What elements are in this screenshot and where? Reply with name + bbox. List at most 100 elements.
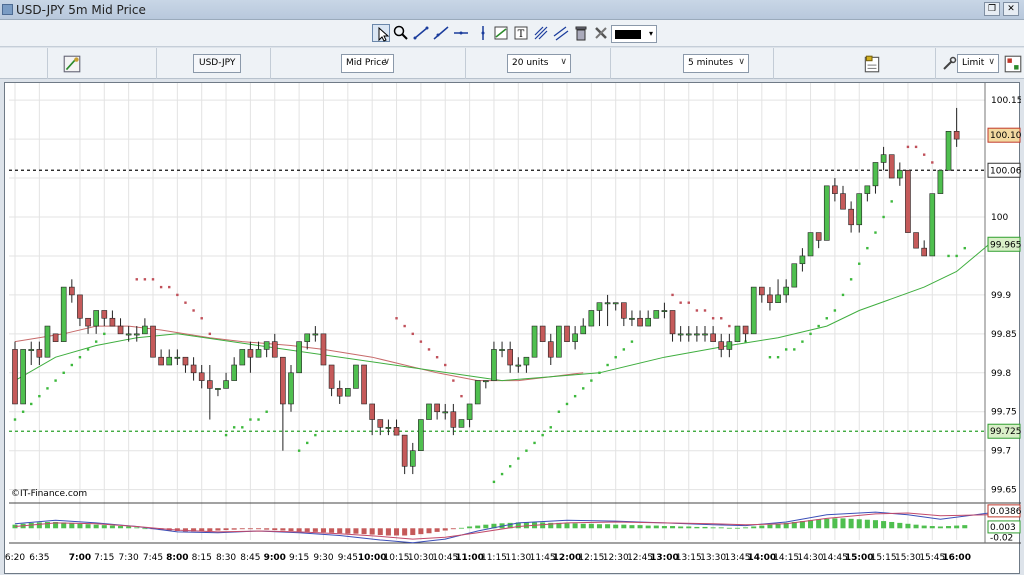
sar-dot [687, 301, 690, 304]
candle-body [637, 317, 643, 327]
indicator-tag-label: -0.02 [990, 533, 1013, 543]
sar-dot [192, 309, 195, 312]
sar-dot [679, 301, 682, 304]
sar-dot [159, 285, 163, 289]
indicator-bar [864, 519, 870, 529]
wrench-icon[interactable] [940, 55, 958, 73]
y-tick-label: 99.9 [991, 291, 1011, 301]
price-type-select[interactable]: Mid Price ∨ [341, 54, 394, 73]
indicator-bar [434, 528, 440, 532]
order-ticket-icon[interactable] [862, 54, 882, 74]
trash-icon[interactable] [572, 24, 590, 42]
sar-dot [517, 457, 520, 460]
chevron-down-icon: ∨ [988, 57, 995, 67]
candle-body [401, 434, 408, 467]
y-tick-label: 100.15 [991, 96, 1021, 106]
candle-body [117, 325, 124, 335]
sar-dot [817, 324, 820, 328]
price-tag-label: 99.725 [990, 427, 1021, 437]
indicator-bar [751, 526, 757, 529]
indicator-bar [207, 528, 213, 531]
units-select[interactable]: 20 units ∨ [507, 54, 571, 73]
sar-dot [906, 145, 910, 149]
indicator-bar [418, 528, 424, 535]
candle-body [661, 310, 668, 312]
candle-body [271, 341, 278, 358]
indicator-bar [564, 523, 570, 529]
indicator-bar [85, 524, 91, 529]
sar-dot [13, 418, 17, 421]
grid-settings-icon[interactable] [1003, 54, 1023, 74]
zoom-icon[interactable] [392, 24, 410, 42]
vertical-line-icon[interactable] [474, 24, 492, 42]
candle-body [604, 302, 611, 305]
sar-dot [695, 309, 699, 312]
sar-dot [622, 348, 626, 351]
sar-dot [703, 309, 707, 312]
indicator-bar [572, 523, 578, 529]
indicator-bar [767, 524, 773, 529]
candle-body [677, 333, 684, 336]
candle-body [190, 364, 197, 374]
indicator-bar [946, 526, 952, 529]
app-icon [2, 4, 13, 15]
candle-body [815, 232, 822, 241]
candle-body [296, 341, 302, 374]
sar-dot [184, 301, 187, 304]
sar-dot [249, 418, 252, 421]
candle-body [483, 380, 489, 383]
candle-body [101, 310, 108, 319]
x-tick-label: 14:00 [747, 553, 776, 563]
horizontal-line-icon[interactable] [452, 24, 470, 42]
candle-body [685, 333, 692, 336]
candle-body [247, 349, 254, 358]
color-swatch [615, 30, 641, 39]
indicator-icon[interactable] [492, 24, 510, 42]
indicator-bar [109, 525, 115, 529]
candle-body [320, 333, 327, 366]
candle-body [491, 349, 497, 381]
indicator-bar [670, 526, 676, 529]
line-color-select[interactable]: ▾ [611, 25, 657, 43]
sar-dot [866, 246, 869, 250]
candle-body [263, 341, 270, 350]
sar-dot [62, 371, 65, 374]
trendline-icon[interactable] [412, 24, 430, 42]
restore-button[interactable]: ❐ [984, 2, 1000, 16]
sar-dot [728, 324, 731, 328]
candle-body [434, 403, 440, 413]
sar-dot [500, 472, 504, 476]
sar-dot [598, 371, 601, 374]
timeframe-select[interactable]: 5 minutes ∨ [683, 54, 749, 73]
order-type-select[interactable]: Limit ∨ [957, 54, 999, 73]
x-tick-label: 12:30 [603, 553, 629, 563]
sar-dot [630, 340, 634, 343]
chart-settings-icon[interactable] [62, 54, 82, 74]
candle-body [905, 169, 911, 233]
indicator-bar [215, 528, 221, 531]
sar-dot [525, 449, 528, 452]
instrument-field[interactable]: USD-JPY [193, 54, 242, 73]
candle-body [288, 372, 294, 405]
tools-icon[interactable] [592, 24, 610, 42]
candle-body [596, 302, 603, 311]
text-icon[interactable]: T [512, 24, 530, 42]
indicator-bar [889, 521, 895, 529]
pointer-icon[interactable] [372, 24, 390, 42]
candle-body [588, 310, 595, 327]
candle-body [409, 450, 416, 467]
x-tick-label: 14:15 [773, 553, 799, 563]
candle-body [450, 411, 457, 428]
candle-body [353, 364, 359, 389]
candle-body [361, 364, 367, 405]
sar-dot [720, 317, 723, 320]
chart-area[interactable]: 100.15 100 99.9 99.85 99.8 99.75 99.7 99.65 100.… [4, 82, 1021, 574]
ray-icon[interactable] [432, 24, 450, 42]
candle-body [694, 333, 700, 336]
channel-icon[interactable] [552, 24, 570, 42]
sar-dot [931, 161, 934, 164]
fibonacci-icon[interactable] [532, 24, 550, 42]
indicator-bar [467, 526, 473, 529]
candle-body [759, 286, 765, 296]
close-button[interactable]: ✕ [1003, 2, 1019, 16]
